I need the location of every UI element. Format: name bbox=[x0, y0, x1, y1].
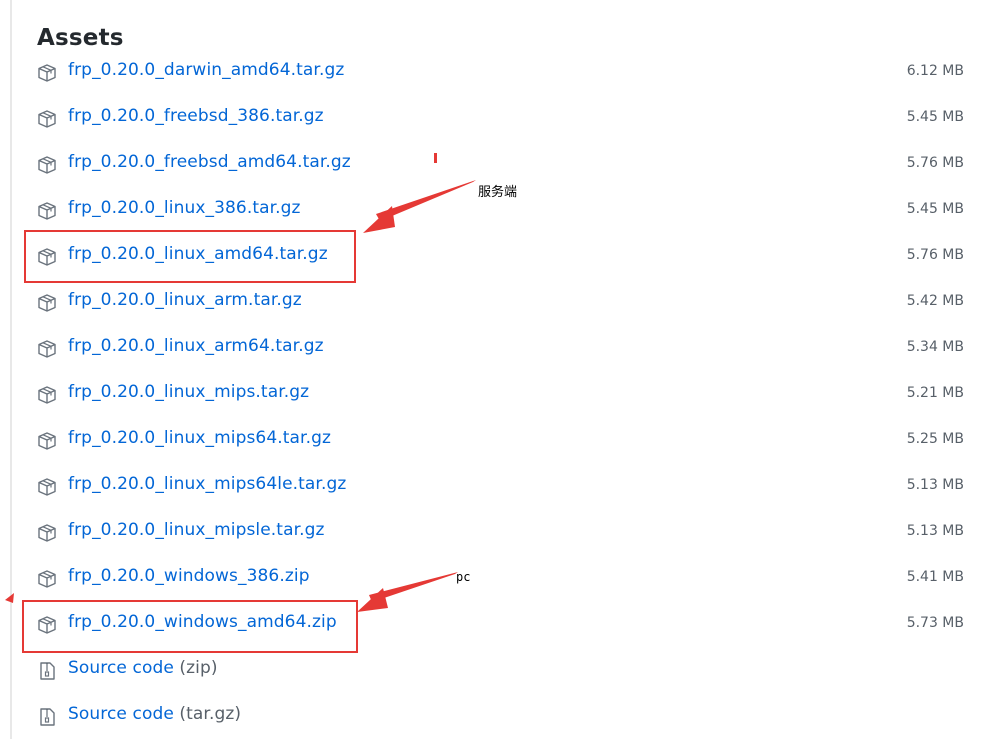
arrow-pc bbox=[357, 572, 458, 612]
arrow-server bbox=[363, 180, 476, 233]
annotation-server-label: 服务端 bbox=[478, 185, 518, 200]
annotation-pc-label: pc bbox=[456, 570, 471, 584]
red-tick-mark bbox=[434, 153, 437, 163]
annotation-arrows bbox=[5, 153, 476, 612]
red-edge-marker bbox=[5, 593, 14, 603]
